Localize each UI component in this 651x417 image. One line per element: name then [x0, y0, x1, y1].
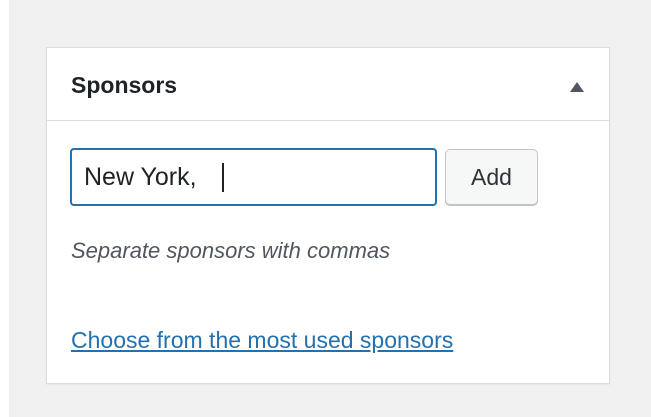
- add-sponsor-button[interactable]: Add: [445, 149, 538, 205]
- howto-hint: Separate sponsors with commas: [71, 238, 391, 263]
- metabox-title: Sponsors: [71, 72, 178, 98]
- most-used-sponsors-link[interactable]: Choose from the most used sponsors: [71, 327, 453, 353]
- text-cursor: [222, 163, 224, 192]
- metabox-header: Sponsors: [47, 48, 609, 121]
- sponsors-metabox: Sponsors Add Separate sponsors with comm…: [46, 47, 610, 384]
- triangle-up-icon: [570, 82, 584, 92]
- new-sponsor-input[interactable]: [71, 149, 436, 205]
- page-edge: [0, 0, 9, 417]
- toggle-panel-button[interactable]: [562, 72, 592, 102]
